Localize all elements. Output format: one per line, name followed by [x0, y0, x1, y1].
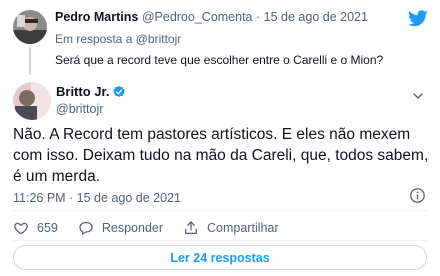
main-author-handle[interactable]: @brittojr	[56, 102, 103, 116]
main-author-name-row: Britto Jr.	[56, 84, 126, 99]
tweet-actions: 659 Responder Compartilhar	[13, 217, 299, 239]
info-icon[interactable]	[409, 187, 426, 204]
in-reply-prefix: Em resposta a	[55, 32, 133, 46]
share-action[interactable]: Compartilhar	[183, 220, 279, 236]
heart-icon	[14, 222, 28, 235]
reply-author-name[interactable]: Pedro Martins	[55, 10, 138, 24]
main-author-avatar[interactable]	[13, 82, 51, 120]
like-action[interactable]: 659	[13, 220, 58, 236]
share-upload-icon	[185, 221, 197, 234]
reply-author-avatar[interactable]	[13, 10, 47, 44]
reply-author-handle[interactable]: @Pedroo_Comenta	[142, 10, 253, 24]
tweet-body-text: Não. A Record tem pastores artísticos. E…	[13, 126, 429, 185]
chevron-down-icon[interactable]	[410, 88, 426, 104]
reply-header: Pedro Martins @Pedroo_Comenta · 15 de ag…	[55, 10, 368, 24]
reply-bubble-icon	[79, 222, 93, 235]
reply-text: Será que a record teve que escolher entr…	[55, 53, 384, 67]
like-count: 659	[37, 221, 58, 235]
tweet-card: Pedro Martins @Pedroo_Comenta · 15 de ag…	[0, 0, 440, 276]
reply-label: Responder	[101, 221, 164, 235]
reply-separator: ·	[256, 10, 261, 24]
reply-action[interactable]: Responder	[78, 220, 163, 236]
divider	[13, 210, 427, 211]
tweet-timestamp[interactable]: 11:26 PM · 15 de ago de 2021	[13, 191, 181, 205]
divider	[13, 240, 427, 241]
thread-line	[29, 47, 31, 75]
reply-tweet[interactable]: Pedro Martins @Pedroo_Comenta · 15 de ag…	[0, 0, 440, 76]
share-label: Compartilhar	[207, 221, 279, 235]
in-reply-to: Em resposta a @brittojr	[55, 32, 181, 46]
reply-date[interactable]: 15 de ago de 2021	[264, 10, 368, 24]
read-replies-button[interactable]: Ler 24 respostas	[13, 245, 427, 270]
verified-badge-icon	[113, 85, 126, 97]
main-author-name[interactable]: Britto Jr.	[56, 84, 109, 99]
in-reply-handle-link[interactable]: @brittojr	[136, 32, 182, 46]
